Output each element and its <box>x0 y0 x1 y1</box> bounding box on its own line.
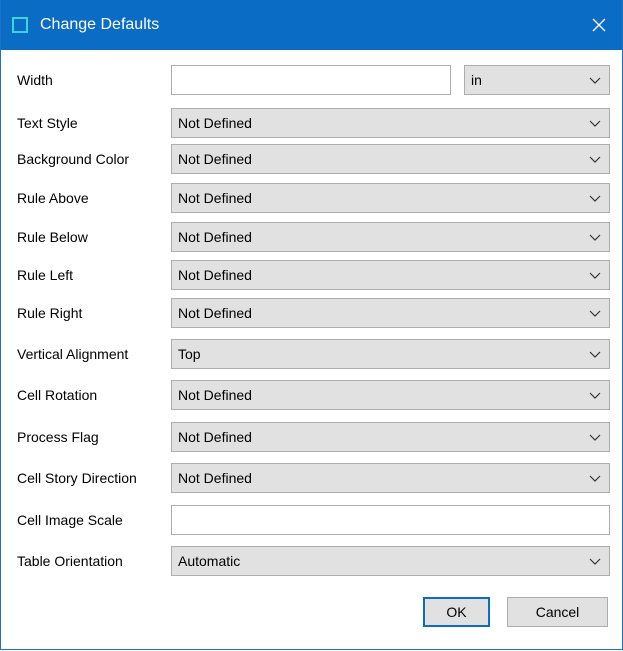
process-flag-select[interactable]: Not Defined <box>171 422 610 452</box>
cell-image-scale-label: Cell Image Scale <box>17 512 123 528</box>
chevron-down-icon <box>589 234 601 241</box>
rule-below-label: Rule Below <box>17 229 88 245</box>
rule-above-value: Not Defined <box>178 190 252 206</box>
vertical-alignment-label: Vertical Alignment <box>17 346 129 362</box>
cell-image-scale-input[interactable] <box>171 505 610 535</box>
rule-left-label: Rule Left <box>17 267 74 283</box>
row-background-color: Background Color Not Defined <box>17 144 610 174</box>
title-bar: Change Defaults <box>1 0 622 50</box>
cell-story-direction-value: Not Defined <box>178 470 252 486</box>
vertical-alignment-select[interactable]: Top <box>171 339 610 369</box>
chevron-down-icon <box>589 475 601 482</box>
change-defaults-dialog: Change Defaults Width in Text Style Not … <box>0 0 623 650</box>
width-input[interactable] <box>171 65 451 95</box>
chevron-down-icon <box>589 558 601 565</box>
row-rule-left: Rule Left Not Defined <box>17 260 610 290</box>
row-cell-image-scale: Cell Image Scale <box>17 505 610 535</box>
vertical-alignment-value: Top <box>178 346 201 362</box>
table-orientation-select[interactable]: Automatic <box>171 546 610 576</box>
chevron-down-icon <box>589 77 601 84</box>
row-text-style: Text Style Not Defined <box>17 108 610 138</box>
chevron-down-icon <box>589 392 601 399</box>
rule-right-select[interactable]: Not Defined <box>171 298 610 328</box>
cell-story-direction-select[interactable]: Not Defined <box>171 463 610 493</box>
rule-left-value: Not Defined <box>178 267 252 283</box>
rule-right-label: Rule Right <box>17 305 83 321</box>
chevron-down-icon <box>589 310 601 317</box>
width-unit-select[interactable]: in <box>464 65 610 95</box>
row-rule-below: Rule Below Not Defined <box>17 222 610 252</box>
text-style-label: Text Style <box>17 115 78 131</box>
cell-rotation-value: Not Defined <box>178 387 252 403</box>
chevron-down-icon <box>589 195 601 202</box>
row-rule-above: Rule Above Not Defined <box>17 183 610 213</box>
row-cell-rotation: Cell Rotation Not Defined <box>17 380 610 410</box>
chevron-down-icon <box>589 120 601 127</box>
process-flag-label: Process Flag <box>17 429 99 445</box>
cell-story-direction-label: Cell Story Direction <box>17 470 137 486</box>
close-button[interactable] <box>576 0 622 50</box>
background-color-select[interactable]: Not Defined <box>171 144 610 174</box>
row-rule-right: Rule Right Not Defined <box>17 298 610 328</box>
chevron-down-icon <box>589 156 601 163</box>
row-cell-story-direction: Cell Story Direction Not Defined <box>17 463 610 493</box>
background-color-label: Background Color <box>17 151 130 167</box>
width-label: Width <box>17 72 53 88</box>
cell-rotation-select[interactable]: Not Defined <box>171 380 610 410</box>
chevron-down-icon <box>589 434 601 441</box>
cell-rotation-label: Cell Rotation <box>17 387 98 403</box>
chevron-down-icon <box>589 272 601 279</box>
chevron-down-icon <box>589 351 601 358</box>
table-orientation-label: Table Orientation <box>17 553 123 569</box>
cancel-button[interactable]: Cancel <box>507 597 608 627</box>
rule-above-label: Rule Above <box>17 190 89 206</box>
table-orientation-value: Automatic <box>178 553 241 569</box>
row-process-flag: Process Flag Not Defined <box>17 422 610 452</box>
width-unit-value: in <box>471 72 482 88</box>
rule-above-select[interactable]: Not Defined <box>171 183 610 213</box>
row-vertical-alignment: Vertical Alignment Top <box>17 339 610 369</box>
close-icon <box>592 18 606 32</box>
text-style-select[interactable]: Not Defined <box>171 108 610 138</box>
window-icon <box>12 17 28 33</box>
row-width: Width in <box>17 65 610 95</box>
rule-left-select[interactable]: Not Defined <box>171 260 610 290</box>
rule-right-value: Not Defined <box>178 305 252 321</box>
ok-button[interactable]: OK <box>423 597 490 627</box>
row-table-orientation: Table Orientation Automatic <box>17 546 610 576</box>
background-color-value: Not Defined <box>178 151 252 167</box>
rule-below-value: Not Defined <box>178 229 252 245</box>
rule-below-select[interactable]: Not Defined <box>171 222 610 252</box>
process-flag-value: Not Defined <box>178 429 252 445</box>
dialog-title: Change Defaults <box>40 16 160 33</box>
text-style-value: Not Defined <box>178 115 252 131</box>
